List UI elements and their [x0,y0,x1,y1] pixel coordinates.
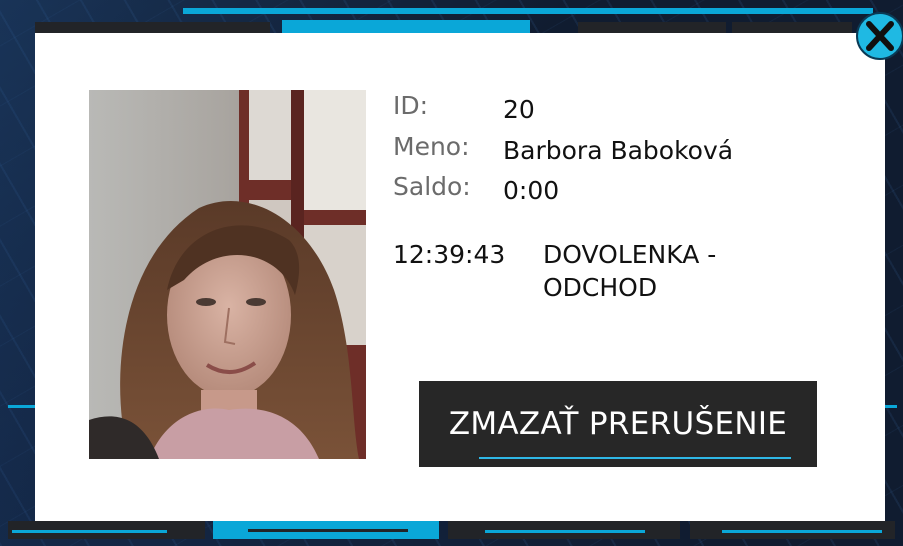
background-bottom-line-1 [12,530,167,533]
profile-photo-image [89,90,366,459]
event-time: 12:39:43 [393,240,506,269]
background-tab-active [282,20,530,34]
name-value: Barbora Baboková [503,136,734,165]
id-value: 20 [503,95,535,124]
clear-interruption-label: ZMAZAŤ PRERUŠENIE [448,406,788,442]
close-button[interactable] [856,12,903,60]
background-top-bar [183,8,873,14]
button-underline [479,457,791,459]
close-icon [866,21,894,51]
name-label: Meno: [393,132,470,161]
background-bottom-line-3 [722,530,882,533]
id-label: ID: [393,91,429,120]
background-bottom-line-active [248,529,408,532]
event-description: DOVOLENKA - ODCHOD [543,240,717,302]
profile-photo [89,90,366,459]
background-bottom-line-2 [485,530,645,533]
background-left-line [8,405,35,408]
employee-dialog: ID: 20 Meno: Barbora Baboková Saldo: 0:0… [35,33,885,521]
background-right-line [885,405,897,408]
balance-label: Saldo: [393,172,471,201]
clear-interruption-button[interactable]: ZMAZAŤ PRERUŠENIE [419,381,817,467]
balance-value: 0:00 [503,176,560,205]
